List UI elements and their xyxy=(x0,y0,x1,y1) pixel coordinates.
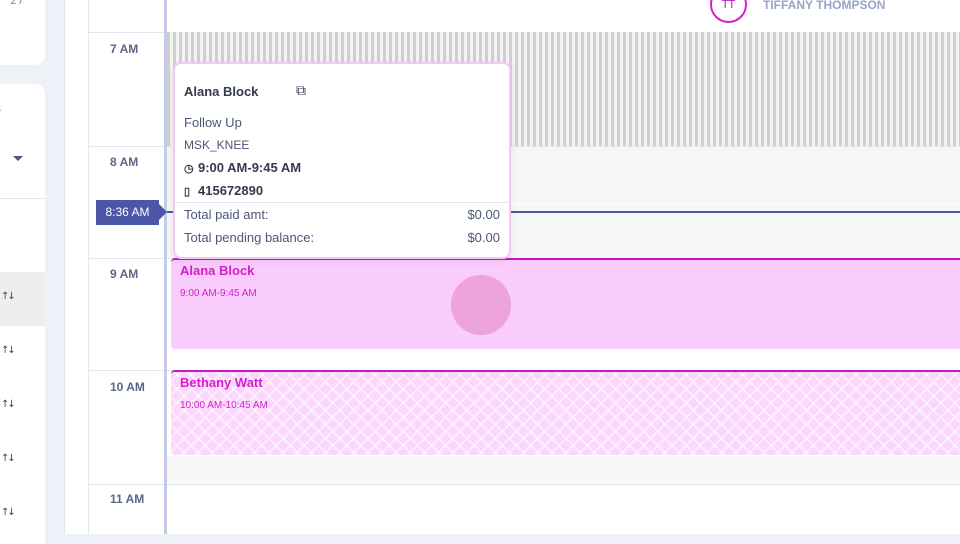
dropdown-caret-icon[interactable] xyxy=(13,156,23,161)
time-label: 9 AM xyxy=(110,267,139,281)
sort-icon[interactable]: ↑↓ xyxy=(1,399,16,410)
sidebar-filter-card: ⌄ ↑↓ ↑↓ ↑↓ ↑↓ ↑↓ xyxy=(0,84,45,544)
sort-row[interactable]: ↑↓ xyxy=(0,434,45,488)
sort-row[interactable]: ↑↓ xyxy=(0,380,45,434)
current-time-badge: 8:36 AM xyxy=(96,200,159,225)
calendar-gutter xyxy=(164,0,167,534)
sidebar-top-card: 27 xyxy=(0,0,45,65)
sort-icon[interactable]: ↑↓ xyxy=(1,345,16,356)
popover-time-row: ◷ 9:00 AM-9:45 AM xyxy=(184,160,301,175)
appointment-patient: Bethany Watt xyxy=(180,375,263,390)
sort-row[interactable]: ↑↓ xyxy=(0,272,45,326)
popover-visit-type: Follow Up xyxy=(184,115,242,130)
popover-phone: 415672890 xyxy=(198,183,264,198)
time-label: 7 AM xyxy=(110,42,139,56)
column-separator xyxy=(88,0,89,534)
sort-row[interactable]: ↑↓ xyxy=(0,326,45,380)
provider-name: TIFFANY THOMPSON xyxy=(763,0,886,12)
current-time-arrow-icon xyxy=(159,204,167,220)
popover-code: MSK_KNEE xyxy=(184,138,250,152)
clock-icon: ◷ xyxy=(184,163,194,175)
phone-icon: ▯ xyxy=(184,186,191,198)
click-indicator xyxy=(451,275,511,335)
popover-patient-name: Alana Block xyxy=(184,84,259,99)
sort-icon[interactable]: ↑↓ xyxy=(1,453,16,464)
chevron-icon[interactable]: ⌄ xyxy=(0,104,3,115)
sort-icon[interactable]: ↑↓ xyxy=(1,291,16,302)
divider xyxy=(0,198,45,199)
avatar[interactable]: TT xyxy=(710,0,747,23)
pending-label: Total pending balance: xyxy=(184,230,315,245)
appointment-patient: Alana Block xyxy=(180,263,255,278)
divider xyxy=(175,202,509,203)
sort-icon[interactable]: ↑↓ xyxy=(1,507,16,518)
time-label: 11 AM xyxy=(110,492,145,506)
appointment-popover: Alana Block ⧉ Follow Up MSK_KNEE ◷ 9:00 A… xyxy=(173,62,511,259)
pending-value: $0.00 xyxy=(467,230,500,245)
popover-phone-row: ▯ 415672890 xyxy=(184,183,263,198)
popover-time: 9:00 AM-9:45 AM xyxy=(198,160,302,175)
top-card-number: 27 xyxy=(10,0,24,7)
paid-value: $0.00 xyxy=(467,207,500,222)
appointment-card[interactable]: Alana Block 9:00 AM-9:45 AM xyxy=(171,258,960,349)
time-slot[interactable] xyxy=(167,456,960,484)
time-label: 10 AM xyxy=(110,380,145,394)
day-calendar: 7 AM 8 AM 9 AM 10 AM 11 AM TT TIFFANY TH… xyxy=(64,0,960,534)
hour-line xyxy=(88,484,960,485)
external-link-icon[interactable]: ⧉ xyxy=(296,82,306,99)
appointment-card[interactable]: Bethany Watt 10:00 AM-10:45 AM xyxy=(171,370,960,455)
appointment-time: 10:00 AM-10:45 AM xyxy=(180,400,268,411)
paid-label: Total paid amt: xyxy=(184,207,269,222)
appointment-time: 9:00 AM-9:45 AM xyxy=(180,288,257,299)
time-label: 8 AM xyxy=(110,155,139,169)
